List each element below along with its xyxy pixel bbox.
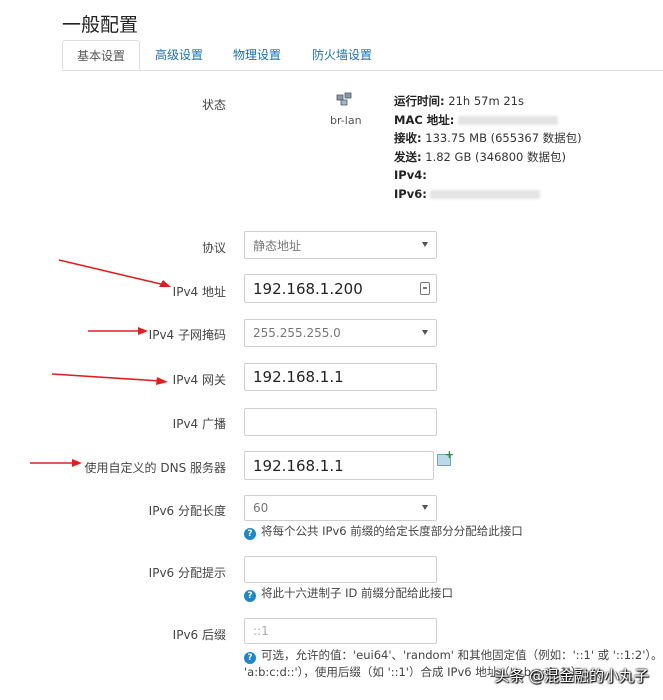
- page-title: 一般配置: [62, 14, 139, 36]
- ipv4-address-input[interactable]: 192.168.1.200: [244, 274, 437, 303]
- ipv4-gateway-input[interactable]: 192.168.1.1: [244, 363, 437, 391]
- info-icon: ?: [244, 528, 256, 540]
- ipv6-assign-length-select[interactable]: 60: [244, 495, 437, 521]
- interface-name: br-lan: [330, 114, 362, 127]
- mac-redacted: [458, 115, 559, 125]
- tx-label: 发送:: [394, 149, 422, 164]
- info-icon: ?: [244, 590, 256, 602]
- ipv6-assign-length-hint: ? 将每个公共 IPv6 前缀的给定长度部分分配给此接口: [244, 523, 523, 540]
- ipv6-assign-hint-label: IPv6 分配提示: [148, 566, 226, 580]
- dns-input[interactable]: 192.168.1.1: [244, 451, 434, 480]
- protocol-value: 静态地址: [253, 238, 302, 253]
- tab-basic-settings[interactable]: 基本设置: [62, 40, 140, 70]
- uptime-label: 运行时间:: [394, 94, 445, 108]
- chevron-down-icon: [422, 242, 428, 247]
- annotation-arrow-gateway: [51, 373, 168, 385]
- uptime-value: 21h 57m 21s: [448, 94, 524, 108]
- annotation-arrow-ipv4-address: [58, 259, 171, 287]
- network-interface-icon: [336, 92, 352, 106]
- ipv6-assign-length-label: IPv6 分配长度: [148, 504, 226, 518]
- dns-value: 192.168.1.1: [253, 456, 344, 475]
- ipv4-netmask-select[interactable]: 255.255.255.0: [244, 319, 437, 347]
- mac-row: MAC 地址:: [394, 111, 582, 130]
- annotation-arrow-dns: [30, 459, 82, 467]
- status-info: 运行时间: 21h 57m 21s MAC 地址: 接收: 133.75 MB …: [394, 92, 582, 203]
- protocol-select[interactable]: 静态地址: [244, 231, 437, 259]
- ipv4-broadcast-label: IPv4 广播: [172, 417, 226, 431]
- ipv6-assign-length-hint-text: 将每个公共 IPv6 前缀的给定长度部分分配给此接口: [261, 524, 523, 538]
- tab-firewall-settings[interactable]: 防火墙设置: [300, 40, 384, 70]
- rx-value: 133.75 MB (655367 数据包): [425, 131, 582, 145]
- ipv6-suffix-input[interactable]: ::1: [244, 618, 437, 644]
- chevron-down-icon: [422, 330, 428, 335]
- mac-label: MAC 地址:: [394, 112, 455, 127]
- ipv4-gateway-value: 192.168.1.1: [253, 368, 344, 386]
- watermark: 头条 @混金融的小丸子: [494, 667, 649, 685]
- ipv6-suffix-hint-line1: ? 可选，允许的值：'eui64'、'random' 和其他固定值（例如：'::1…: [244, 647, 663, 664]
- annotation-arrow-netmask: [88, 327, 148, 335]
- ipv6-suffix-label: IPv6 后缀: [172, 628, 226, 642]
- ipv4-broadcast-input[interactable]: [244, 408, 437, 436]
- tab-physical-settings[interactable]: 物理设置: [222, 40, 292, 70]
- add-dns-icon[interactable]: [437, 448, 454, 466]
- ipv6-suffix-hint-text1: 可选，允许的值：'eui64'、'random' 和其他固定值（例如：'::1'…: [261, 648, 663, 662]
- ipv6-redacted: [430, 189, 541, 199]
- ipv6-assign-hint-input[interactable]: [244, 556, 437, 583]
- ipv6-assign-length-value: 60: [253, 501, 269, 515]
- ipv6-suffix-placeholder: ::1: [253, 624, 269, 638]
- ipv4-netmask-value: 255.255.255.0: [253, 326, 341, 340]
- tx-row: 发送: 1.82 GB (346800 数据包): [394, 148, 582, 167]
- rx-label: 接收:: [394, 131, 422, 145]
- ipv6-row: IPv6:: [394, 185, 582, 204]
- rx-row: 接收: 133.75 MB (655367 数据包): [394, 129, 582, 148]
- protocol-label: 协议: [201, 241, 226, 255]
- status-label: 状态: [201, 98, 226, 112]
- tab-bar: 基本设置 高级设置 物理设置 防火墙设置: [62, 40, 663, 71]
- chevron-down-icon: [422, 505, 428, 510]
- input-helper-icon[interactable]: [420, 281, 430, 295]
- ipv6-assign-hint-hint-text: 将此十六进制子 ID 前缀分配给此接口: [261, 586, 454, 600]
- ipv4-address-value: 192.168.1.200: [253, 279, 363, 298]
- dns-label: 使用自定义的 DNS 服务器: [84, 461, 226, 475]
- ipv6-assign-hint-hint: ? 将此十六进制子 ID 前缀分配给此接口: [244, 585, 453, 602]
- uptime-row: 运行时间: 21h 57m 21s: [394, 92, 582, 111]
- ipv4-row: IPv4:: [394, 166, 582, 185]
- tab-advanced-settings[interactable]: 高级设置: [144, 40, 214, 70]
- info-icon: ?: [244, 652, 256, 664]
- ipv4-label: IPv4:: [394, 168, 427, 182]
- tx-value: 1.82 GB (346800 数据包): [425, 149, 567, 164]
- ipv6-label: IPv6:: [394, 186, 427, 201]
